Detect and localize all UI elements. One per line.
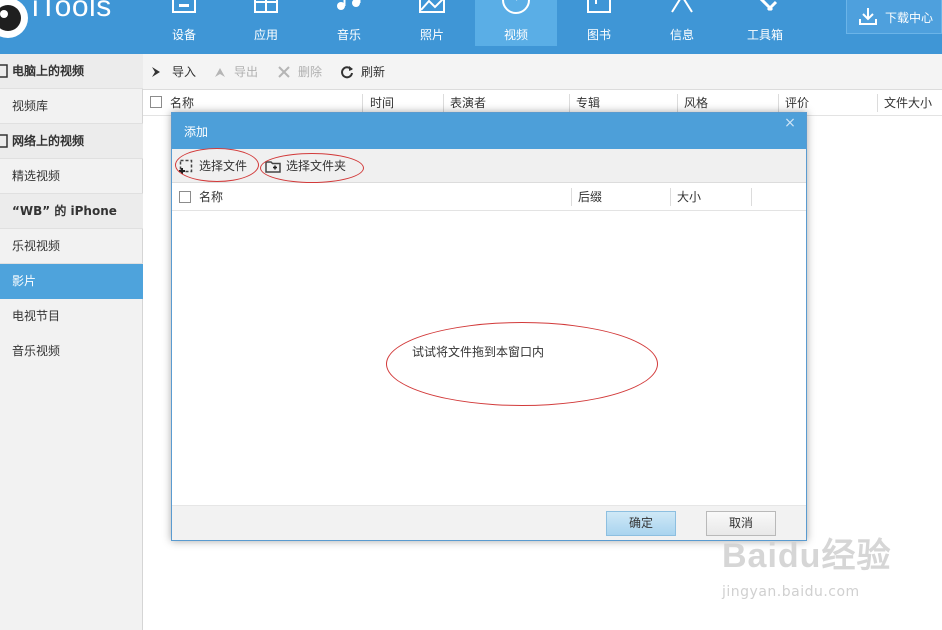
delete-label: 删除	[298, 65, 323, 79]
device-icon	[172, 0, 196, 13]
sidebar-item-featured-videos[interactable]: 精选视频	[0, 159, 143, 194]
dialog-drop-area[interactable]: 试试将文件拖到本窗口内	[172, 211, 806, 505]
book-icon	[587, 0, 611, 13]
nav-label: 音乐	[336, 28, 361, 42]
import-button[interactable]: 导入	[151, 54, 201, 90]
nav-messages[interactable]: 信息	[641, 0, 723, 46]
add-file-icon	[179, 159, 193, 174]
nav-label: 视频	[503, 28, 528, 42]
close-icon[interactable]: ×	[782, 115, 798, 131]
sidebar-item-music-videos[interactable]: 音乐视频	[0, 334, 143, 369]
sidebar-label: 电脑上的视频	[12, 64, 85, 78]
nav-music[interactable]: 音乐	[308, 0, 390, 46]
nav-label: 工具箱	[746, 28, 783, 42]
music-icon	[337, 0, 361, 10]
delete-button[interactable]: 删除	[277, 54, 327, 90]
export-icon	[215, 68, 225, 77]
dialog-file-table-header: 名称 后缀 大小	[172, 183, 806, 211]
toolbox-icon	[759, 0, 778, 12]
column-divider	[677, 94, 678, 112]
cancel-button[interactable]: 取消	[706, 511, 776, 536]
nav-label: 应用	[253, 28, 278, 42]
sidebar-label: 影片	[12, 274, 37, 288]
column-divider	[443, 94, 444, 112]
sidebar-label: “WB” 的 iPhone	[12, 204, 117, 218]
column-divider	[751, 188, 752, 206]
dialog-select-all-checkbox[interactable]	[179, 191, 191, 203]
column-divider	[569, 94, 570, 112]
sidebar-item-letv-videos[interactable]: 乐视视频	[0, 229, 143, 264]
column-divider	[362, 94, 363, 112]
sidebar-label: 乐视视频	[12, 239, 61, 253]
export-button[interactable]: 导出	[213, 54, 263, 90]
nav-toolbox[interactable]: 工具箱	[724, 0, 806, 46]
itools-logo-icon	[0, 0, 28, 38]
column-divider	[670, 188, 671, 206]
nav-books[interactable]: 图书	[558, 0, 640, 46]
sidebar-section-online-videos[interactable]: 网络上的视频	[0, 124, 143, 159]
nav-device[interactable]: 设备	[143, 0, 225, 46]
sidebar-label: 网络上的视频	[12, 134, 85, 148]
import-icon	[152, 67, 160, 77]
message-icon	[671, 0, 693, 13]
sidebar-item-video-library[interactable]: 视频库	[0, 89, 143, 124]
main-toolbar: 导入 导出 删除 刷新	[143, 54, 942, 90]
select-folder-label: 选择文件夹	[286, 159, 347, 173]
watermark-url: jingyan.baidu.com	[722, 584, 860, 600]
refresh-icon	[341, 66, 353, 79]
download-center-label: 下载中心	[885, 11, 934, 25]
add-folder-icon	[265, 161, 281, 173]
nav-video[interactable]: 视频	[475, 0, 557, 46]
sidebar-label: 精选视频	[12, 169, 61, 183]
nav-photos[interactable]: 照片	[391, 0, 473, 46]
sidebar-label: 视频库	[12, 99, 49, 113]
computer-icon	[0, 64, 8, 78]
download-center-button[interactable]: 下载中心	[846, 0, 942, 34]
column-divider	[778, 94, 779, 112]
drop-hint-text: 试试将文件拖到本窗口内	[412, 345, 545, 359]
sidebar-item-tv-shows[interactable]: 电视节目	[0, 299, 143, 334]
sidebar-section-iphone[interactable]: “WB” 的 iPhone	[0, 194, 143, 229]
dialog-column-name[interactable]: 名称	[199, 184, 223, 210]
app-logo: iTools	[0, 0, 162, 44]
dialog-title: 添加	[184, 125, 209, 139]
sidebar-section-computer-videos[interactable]: 电脑上的视频	[0, 54, 143, 89]
refresh-label: 刷新	[361, 65, 386, 79]
column-header-file-size[interactable]: 文件大小	[884, 90, 932, 116]
dialog-toolbar: 选择文件 选择文件夹	[172, 149, 806, 183]
sidebar-label: 电视节目	[12, 309, 61, 323]
dialog-column-size[interactable]: 大小	[677, 184, 701, 210]
refresh-button[interactable]: 刷新	[340, 54, 390, 90]
select-file-label: 选择文件	[199, 159, 248, 173]
delete-icon	[278, 66, 290, 78]
app-logo-text: iTools	[32, 0, 112, 23]
column-divider	[877, 94, 878, 112]
nav-label: 信息	[669, 28, 694, 42]
add-dialog: 添加 × 选择文件 选择文件夹 名称 后缀 大小 试试将文件拖到本窗口内 确定 …	[171, 112, 807, 541]
import-label: 导入	[172, 65, 197, 79]
dialog-footer: 确定 取消	[172, 505, 806, 540]
select-file-button[interactable]: 选择文件	[178, 149, 256, 183]
globe-icon	[0, 134, 8, 148]
apps-icon	[254, 0, 278, 13]
video-icon	[502, 0, 530, 14]
download-icon	[859, 8, 877, 25]
nav-label: 照片	[419, 28, 444, 42]
ok-button[interactable]: 确定	[606, 511, 676, 536]
select-folder-button[interactable]: 选择文件夹	[265, 149, 355, 183]
nav-apps[interactable]: 应用	[225, 0, 307, 46]
top-bar: iTools 设备 应用 音乐 照片 视频 图书 信息 工具箱 下载中心	[0, 0, 942, 54]
nav-label: 图书	[586, 28, 611, 42]
nav-label: 设备	[171, 28, 196, 42]
dialog-column-extension[interactable]: 后缀	[578, 184, 602, 210]
sidebar-item-movies[interactable]: 影片	[0, 264, 143, 299]
export-label: 导出	[234, 65, 259, 79]
photo-icon	[419, 0, 445, 13]
dialog-title-bar[interactable]: 添加 ×	[172, 113, 806, 149]
select-all-checkbox[interactable]	[150, 96, 162, 108]
sidebar: 电脑上的视频 视频库 网络上的视频 精选视频 “WB” 的 iPhone 乐视视…	[0, 54, 143, 630]
sidebar-label: 音乐视频	[12, 344, 61, 358]
column-divider	[571, 188, 572, 206]
